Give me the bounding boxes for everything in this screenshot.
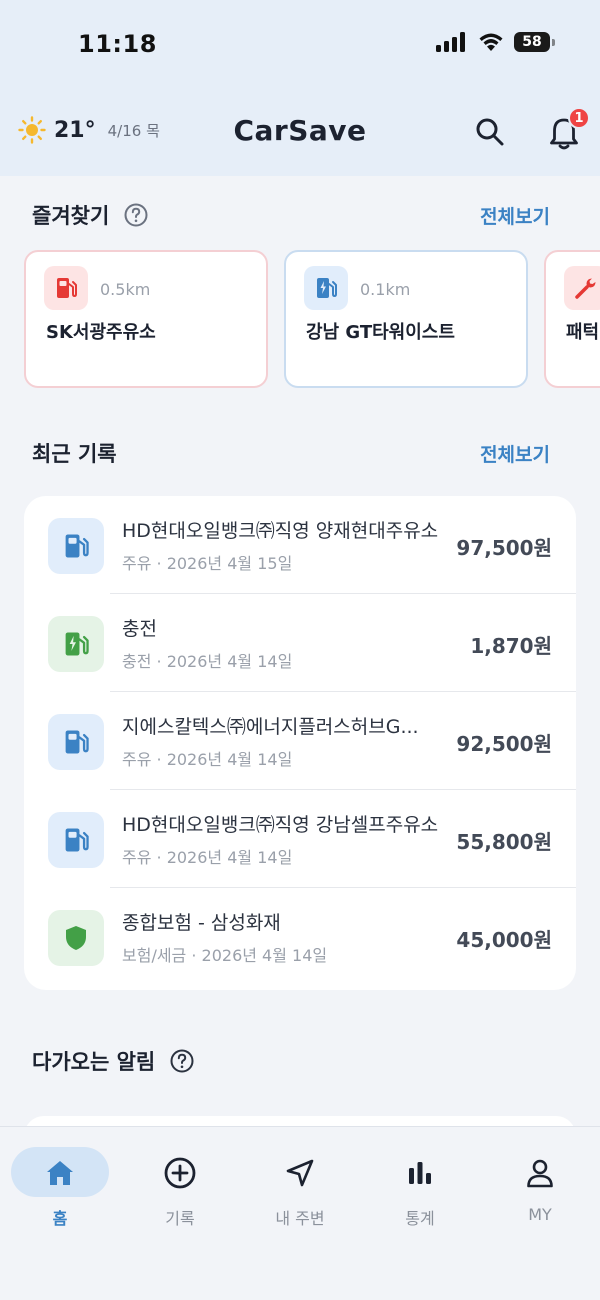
favorite-card[interactable]: 0.1km 강남 GT타워이스트 — [284, 250, 528, 388]
fav-icon-bg — [304, 266, 348, 310]
help-icon[interactable] — [123, 202, 149, 228]
records-header: 최근 기록 전체보기 — [0, 432, 600, 472]
tab-my[interactable]: MY — [480, 1127, 600, 1237]
fuel-pump-icon — [65, 730, 89, 754]
record-subtitle: 주유 · 2026년 4월 15일 — [122, 554, 293, 573]
record-row[interactable]: 지에스칼텍스㈜에너지플러스허브G... 주유 · 2026년 4월 14일 92… — [24, 692, 576, 790]
wrench-icon — [575, 278, 596, 299]
status-icons: 58 — [436, 32, 555, 52]
user-icon — [527, 1159, 553, 1188]
battery-level: 58 — [522, 34, 542, 50]
record-row[interactable]: HD현대오일뱅크㈜직영 강남셀프주유소 주유 · 2026년 4월 14일 55… — [24, 790, 576, 888]
fuel-pump-icon — [65, 828, 89, 852]
record-icon-bg — [48, 616, 104, 672]
tab-label: 기록 — [165, 1209, 195, 1228]
record-icon-bg — [48, 812, 104, 868]
record-icon-bg — [48, 910, 104, 966]
record-amount: 92,500원 — [456, 732, 552, 756]
record-icon-bg — [48, 518, 104, 574]
favorite-name: 패턱 — [566, 322, 600, 343]
status-time: 11:18 — [78, 30, 157, 58]
weather-date: 4/16 목 — [107, 121, 160, 140]
tab-label: MY — [528, 1205, 552, 1224]
record-row[interactable]: 충전 충전 · 2026년 4월 14일 1,870원 — [24, 594, 576, 692]
tab-stats[interactable]: 통계 — [360, 1127, 480, 1237]
record-title: HD현대오일뱅크㈜직영 강남셀프주유소 — [122, 814, 439, 836]
favorites-carousel[interactable]: 0.5km SK서광주유소 0.1km 강남 GT타워이스트 패턱 — [24, 250, 600, 390]
fav-icon-bg — [44, 266, 88, 310]
home-icon — [47, 1161, 73, 1185]
record-amount: 1,870원 — [470, 634, 552, 658]
fuel-pump-icon — [65, 534, 89, 558]
records-see-all[interactable]: 전체보기 — [480, 440, 550, 467]
alerts-header: 다가오는 알림 — [0, 1040, 600, 1080]
record-row[interactable]: 종합보험 - 삼성화재 보험/세금 · 2026년 4월 14일 45,000원 — [24, 888, 576, 986]
fav-icon-bg — [564, 266, 600, 310]
record-amount: 55,800원 — [456, 830, 552, 854]
shield-icon — [66, 926, 86, 950]
app-title: CarSave — [233, 114, 367, 147]
favorites-title: 즐겨찾기 — [32, 204, 110, 228]
search-icon[interactable] — [472, 114, 508, 150]
bar-chart-icon — [409, 1162, 431, 1184]
ev-charger-icon — [317, 278, 337, 298]
record-amount: 45,000원 — [456, 928, 552, 952]
plus-circle-icon — [164, 1157, 196, 1189]
alerts-title: 다가오는 알림 — [32, 1050, 156, 1074]
favorites-header: 즐겨찾기 전체보기 — [0, 194, 600, 234]
record-subtitle: 주유 · 2026년 4월 14일 — [122, 848, 293, 867]
fuel-pump-icon — [57, 278, 77, 298]
notification-badge: 1 — [568, 107, 590, 129]
favorite-card[interactable]: 0.5km SK서광주유소 — [24, 250, 268, 388]
weather-widget[interactable]: 21° 4/16 목 — [18, 116, 160, 144]
record-amount: 97,500원 — [456, 536, 552, 560]
record-subtitle: 보험/세금 · 2026년 4월 14일 — [122, 946, 328, 965]
temperature: 21° — [54, 117, 96, 143]
signal-icon — [436, 32, 465, 52]
sun-icon — [18, 116, 46, 144]
favorite-distance: 0.5km — [100, 280, 151, 299]
status-bar: 11:18 58 — [0, 0, 600, 90]
tab-records[interactable]: 기록 — [120, 1127, 240, 1237]
ev-charger-icon — [65, 632, 89, 656]
record-icon-bg — [48, 714, 104, 770]
tab-label: 통계 — [405, 1209, 435, 1228]
records-list: HD현대오일뱅크㈜직영 양재현대주유소 주유 · 2026년 4월 15일 97… — [24, 496, 576, 990]
record-subtitle: 충전 · 2026년 4월 14일 — [122, 652, 293, 671]
help-icon[interactable] — [169, 1048, 195, 1074]
record-title: HD현대오일뱅크㈜직영 양재현대주유소 — [122, 520, 439, 542]
record-subtitle: 주유 · 2026년 4월 14일 — [122, 750, 293, 769]
favorite-name: SK서광주유소 — [46, 322, 156, 343]
tab-label: 홈 — [52, 1209, 68, 1228]
tab-nearby[interactable]: 내 주변 — [240, 1127, 360, 1237]
favorite-name: 강남 GT타워이스트 — [306, 322, 455, 343]
record-title: 충전 — [122, 618, 157, 640]
app-header: 21° 4/16 목 CarSave — [0, 100, 600, 166]
navigation-icon — [286, 1159, 314, 1187]
record-title: 종합보험 - 삼성화재 — [122, 912, 281, 934]
favorite-distance: 0.1km — [360, 280, 411, 299]
records-title: 최근 기록 — [32, 442, 117, 466]
tab-label: 내 주변 — [275, 1209, 325, 1228]
favorite-card[interactable]: 패턱 — [544, 250, 600, 388]
record-row[interactable]: HD현대오일뱅크㈜직영 양재현대주유소 주유 · 2026년 4월 15일 97… — [24, 496, 576, 594]
favorites-see-all[interactable]: 전체보기 — [480, 202, 550, 229]
wifi-icon — [479, 33, 503, 51]
bottom-tab-bar: 홈 기록 내 주변 통계 MY — [0, 1126, 600, 1300]
battery-icon: 58 — [514, 32, 555, 52]
tab-home[interactable]: 홈 — [0, 1127, 120, 1237]
record-title: 지에스칼텍스㈜에너지플러스허브G... — [122, 716, 419, 738]
